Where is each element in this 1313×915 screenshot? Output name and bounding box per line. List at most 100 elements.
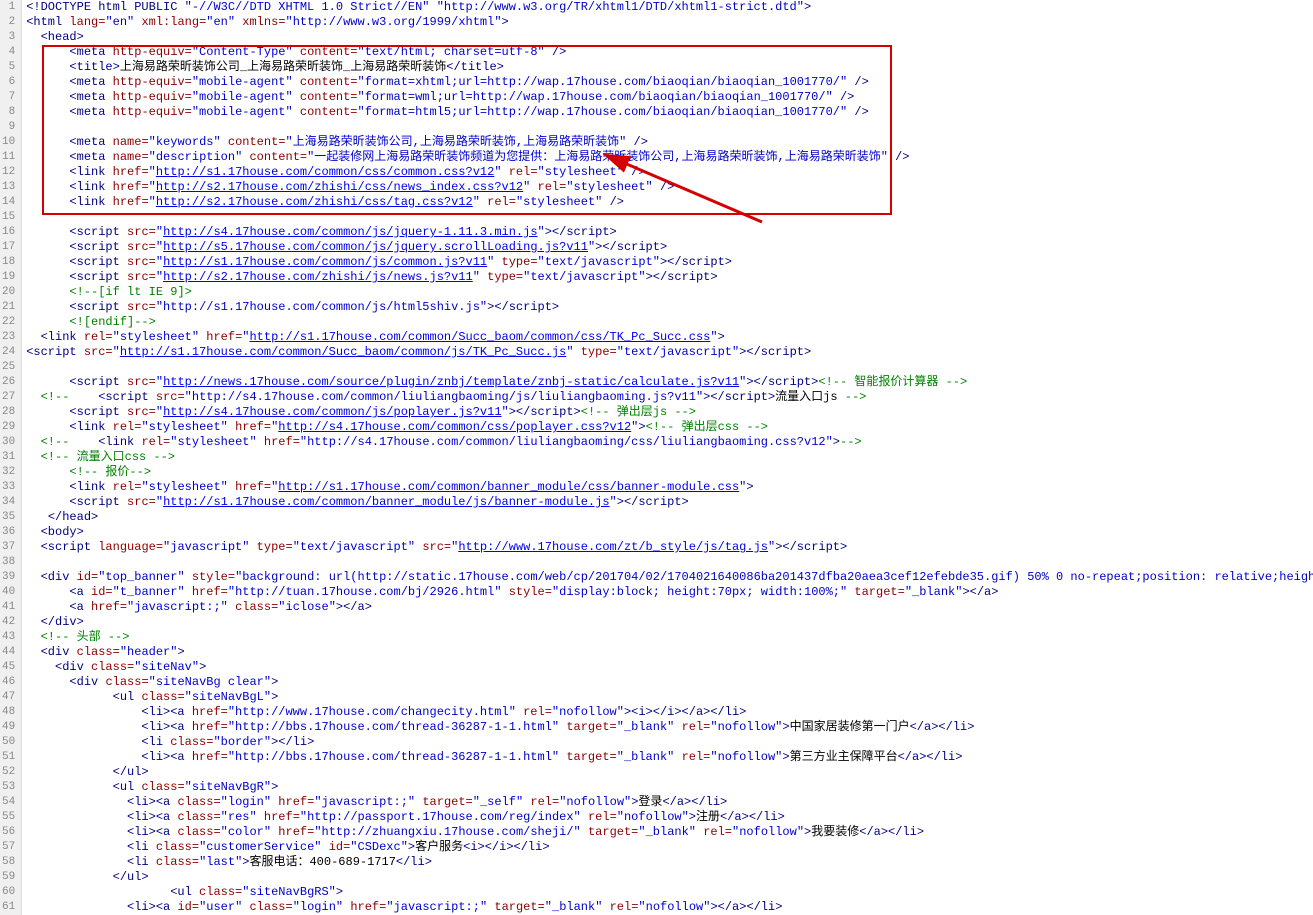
line-number: 47 — [2, 690, 15, 705]
line-number: 61 — [2, 900, 15, 915]
code-line[interactable]: <meta name="description" content="一起装修网上… — [26, 150, 1313, 165]
code-line[interactable]: <script src="http://s1.17house.com/commo… — [26, 255, 1313, 270]
code-line[interactable]: <div class="header"> — [26, 645, 1313, 660]
code-line[interactable]: <ul class="siteNavBgR"> — [26, 780, 1313, 795]
code-line[interactable]: <link href="http://s1.17house.com/common… — [26, 165, 1313, 180]
code-line[interactable]: <div id="top_banner" style="background: … — [26, 570, 1313, 585]
line-number: 38 — [2, 555, 15, 570]
line-number: 33 — [2, 480, 15, 495]
code-line[interactable]: <script src="http://news.17house.com/sou… — [26, 375, 1313, 390]
line-number: 16 — [2, 225, 15, 240]
code-line[interactable]: <li class="customerService" id="CSDexc">… — [26, 840, 1313, 855]
code-line[interactable]: <!-- 报价--> — [26, 465, 1313, 480]
line-number: 36 — [2, 525, 15, 540]
code-line[interactable]: <!--[if lt IE 9]> — [26, 285, 1313, 300]
line-number: 4 — [2, 45, 15, 60]
code-line[interactable]: <head> — [26, 30, 1313, 45]
code-line[interactable] — [26, 210, 1313, 225]
line-number: 21 — [2, 300, 15, 315]
line-number: 14 — [2, 195, 15, 210]
code-line[interactable]: <body> — [26, 525, 1313, 540]
code-line[interactable]: <ul class="siteNavBgRS"> — [26, 885, 1313, 900]
code-line[interactable]: <!-- <link rel="stylesheet" href="http:/… — [26, 435, 1313, 450]
code-line[interactable]: <meta http-equiv="mobile-agent" content=… — [26, 105, 1313, 120]
code-line[interactable] — [26, 120, 1313, 135]
line-number: 10 — [2, 135, 15, 150]
line-number: 29 — [2, 420, 15, 435]
code-line[interactable]: <link rel="stylesheet" href="http://s4.1… — [26, 420, 1313, 435]
code-line[interactable]: <link rel="stylesheet" href="http://s1.1… — [26, 480, 1313, 495]
code-line[interactable]: <link rel="stylesheet" href="http://s1.1… — [26, 330, 1313, 345]
code-line[interactable]: <script src="http://s2.17house.com/zhish… — [26, 270, 1313, 285]
line-number: 45 — [2, 660, 15, 675]
code-line[interactable]: <li class="border"></li> — [26, 735, 1313, 750]
line-number: 1 — [2, 0, 15, 15]
code-line[interactable]: <li><a class="login" href="javascript:;"… — [26, 795, 1313, 810]
code-line[interactable]: <![endif]--> — [26, 315, 1313, 330]
code-line[interactable]: <a href="javascript:;" class="iclose"></… — [26, 600, 1313, 615]
line-number: 3 — [2, 30, 15, 45]
code-line[interactable]: <li><a class="color" href="http://zhuang… — [26, 825, 1313, 840]
line-number: 26 — [2, 375, 15, 390]
line-number: 42 — [2, 615, 15, 630]
code-line[interactable]: <a id="t_banner" href="http://tuan.17hou… — [26, 585, 1313, 600]
code-line[interactable]: <!-- <script src="http://s4.17house.com/… — [26, 390, 1313, 405]
code-line[interactable]: <div class="siteNavBg clear"> — [26, 675, 1313, 690]
code-line[interactable]: <meta http-equiv="Content-Type" content=… — [26, 45, 1313, 60]
code-line[interactable]: <script src="http://s5.17house.com/commo… — [26, 240, 1313, 255]
code-line[interactable]: <li><a href="http://bbs.17house.com/thre… — [26, 750, 1313, 765]
code-line[interactable]: <script src="http://s1.17house.com/commo… — [26, 495, 1313, 510]
code-line[interactable]: <li><a href="http://www.17house.com/chan… — [26, 705, 1313, 720]
code-line[interactable]: <html lang="en" xml:lang="en" xmlns="htt… — [26, 15, 1313, 30]
line-number: 22 — [2, 315, 15, 330]
code-line[interactable]: </head> — [26, 510, 1313, 525]
code-line[interactable] — [26, 360, 1313, 375]
line-number: 52 — [2, 765, 15, 780]
code-line[interactable]: <meta http-equiv="mobile-agent" content=… — [26, 75, 1313, 90]
code-line[interactable]: <script src="http://s4.17house.com/commo… — [26, 225, 1313, 240]
code-line[interactable]: <script src="http://s1.17house.com/commo… — [26, 345, 1313, 360]
code-line[interactable]: <title>上海易路荣昕装饰公司_上海易路荣昕装饰_上海易路荣昕装饰</tit… — [26, 60, 1313, 75]
line-number: 5 — [2, 60, 15, 75]
line-number: 39 — [2, 570, 15, 585]
line-number: 46 — [2, 675, 15, 690]
line-number: 44 — [2, 645, 15, 660]
line-number: 11 — [2, 150, 15, 165]
code-line[interactable]: <link href="http://s2.17house.com/zhishi… — [26, 180, 1313, 195]
line-number: 32 — [2, 465, 15, 480]
line-number: 55 — [2, 810, 15, 825]
line-number: 19 — [2, 270, 15, 285]
line-number: 59 — [2, 870, 15, 885]
code-line[interactable]: </div> — [26, 615, 1313, 630]
code-line[interactable]: </ul> — [26, 765, 1313, 780]
code-line[interactable]: <script src="http://s4.17house.com/commo… — [26, 405, 1313, 420]
line-number: 50 — [2, 735, 15, 750]
line-number: 9 — [2, 120, 15, 135]
code-line[interactable]: <meta name="keywords" content="上海易路荣昕装饰公… — [26, 135, 1313, 150]
code-line[interactable]: <script language="javascript" type="text… — [26, 540, 1313, 555]
code-line[interactable]: <link href="http://s2.17house.com/zhishi… — [26, 195, 1313, 210]
code-line[interactable]: <ul class="siteNavBgL"> — [26, 690, 1313, 705]
line-number: 18 — [2, 255, 15, 270]
code-line[interactable]: <script src="http://s1.17house.com/commo… — [26, 300, 1313, 315]
line-number: 20 — [2, 285, 15, 300]
code-line[interactable]: <li><a href="http://bbs.17house.com/thre… — [26, 720, 1313, 735]
code-line[interactable]: </ul> — [26, 870, 1313, 885]
line-number: 31 — [2, 450, 15, 465]
code-line[interactable] — [26, 555, 1313, 570]
code-area[interactable]: <!DOCTYPE html PUBLIC "-//W3C//DTD XHTML… — [22, 0, 1313, 915]
code-line[interactable]: <div class="siteNav"> — [26, 660, 1313, 675]
code-line[interactable]: <meta http-equiv="mobile-agent" content=… — [26, 90, 1313, 105]
line-number: 17 — [2, 240, 15, 255]
code-line[interactable]: <!-- 头部 --> — [26, 630, 1313, 645]
code-line[interactable]: <li><a id="user" class="login" href="jav… — [26, 900, 1313, 915]
code-line[interactable]: <!DOCTYPE html PUBLIC "-//W3C//DTD XHTML… — [26, 0, 1313, 15]
line-number: 35 — [2, 510, 15, 525]
line-number: 40 — [2, 585, 15, 600]
line-number: 53 — [2, 780, 15, 795]
code-line[interactable]: <li class="last">客服电话：400-689-1717</li> — [26, 855, 1313, 870]
line-number: 54 — [2, 795, 15, 810]
code-line[interactable]: <!-- 流量入口css --> — [26, 450, 1313, 465]
code-line[interactable]: <li><a class="res" href="http://passport… — [26, 810, 1313, 825]
line-number: 48 — [2, 705, 15, 720]
